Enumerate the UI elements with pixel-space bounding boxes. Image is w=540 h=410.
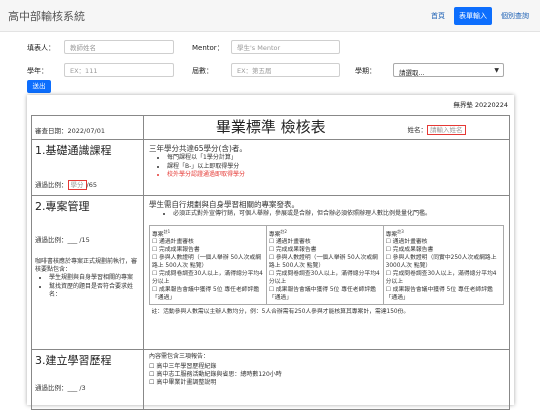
- section2-ratio: 通過比例：___ /15: [35, 236, 90, 244]
- section1-bullet: 每門課程以「1學分計算」: [167, 154, 504, 163]
- section2-title: 2.專案管理: [35, 200, 90, 213]
- section2-intro: 學生需自行規劃與自身學習相關的專案發表。: [149, 200, 299, 209]
- checkbox[interactable]: ☐: [269, 271, 274, 277]
- checkbox[interactable]: ☐: [386, 239, 391, 245]
- term-select-value: 請選取...: [399, 69, 425, 77]
- name-label: 姓名：: [407, 126, 428, 134]
- section2-desc: 咖啡書核應於專案正式規劃前執行，審核要點包含：: [35, 258, 138, 273]
- chevron-down-icon: ▼: [494, 67, 499, 74]
- section2-content: 學生需自行規劃與自身學習相關的專案發表。 必須正式對外宣傳行銷，可個人舉辦，參展…: [143, 195, 510, 350]
- checkbox[interactable]: ☐: [386, 247, 391, 253]
- nav-individual-query-link[interactable]: 個別查詢: [496, 7, 534, 25]
- checkbox[interactable]: ☐: [152, 287, 157, 293]
- section2-sub-bullet: 必須正式對外宣傳行銷，可個人舉辦，參展或是合辦，但合辦必須依照辦理人數比例覺量化…: [173, 210, 504, 219]
- project-column-3: 專案註3 ☐ 通過計畫審核 ☐ 完成成果報告書 ☐ 參與人數證明（同實中250人…: [382, 224, 505, 306]
- checkbox[interactable]: ☐: [269, 239, 274, 245]
- section3-ratio: 通過比例：___ /3: [35, 384, 86, 392]
- term-select[interactable]: 請選取... ▼: [393, 63, 504, 77]
- checkbox[interactable]: ☐: [386, 255, 391, 261]
- checkbox[interactable]: ☐: [152, 247, 157, 253]
- section2-header: 2.專案管理 通過比例：___ /15 咖啡書核應於專案正式規劃前執行，審核要點…: [31, 195, 144, 350]
- brand-title[interactable]: 高中部輸核系統: [8, 8, 85, 24]
- checkbox[interactable]: ☐: [269, 255, 274, 261]
- section1-bullet: 課程「B-」以上即取得學分: [167, 163, 504, 172]
- section2-bullet: 學生規劃與自身學習相關的專案: [49, 274, 140, 283]
- checklist-table: 審查日期：2022/07/01 畢業標準 檢核表 姓名： 請輸入姓名 1.基礎通識…: [31, 115, 510, 410]
- mentor-label: Mentor：: [192, 44, 224, 52]
- document-title: 畢業標準 檢核表: [215, 118, 326, 136]
- name-input[interactable]: 請輸入姓名: [427, 125, 466, 135]
- entry-form: 填表人： 教師姓名 Mentor： 學生's Mentor 學年： EX：111…: [0, 36, 540, 92]
- checklist-document: 無界墊 20220224 審查日期：2022/07/01 畢業標準 檢核表 姓名…: [27, 95, 514, 410]
- section1-header: 1.基礎通識課程 通過比例： 學分/65: [31, 139, 144, 196]
- project-table: 專案註1 ☐ 通過計畫審核 ☐ 完成成果報告書 ☐ 參與人數證明（一個人舉辦 5…: [149, 224, 505, 319]
- term-label: 學期：: [355, 67, 376, 75]
- year-input[interactable]: EX：111: [64, 63, 174, 77]
- submit-button[interactable]: 送出: [27, 80, 51, 93]
- checkbox[interactable]: ☐: [269, 247, 274, 253]
- section1-credits-input[interactable]: 學分: [67, 180, 87, 190]
- section1-title: 1.基礎通識課程: [35, 144, 112, 157]
- filler-input[interactable]: 教師姓名: [64, 40, 174, 54]
- year-label: 學年：: [27, 67, 48, 75]
- section1-content: 三年學分共達65學分(含)者。 每門課程以「1學分計算」 課程「B-」以上即取得…: [143, 139, 510, 196]
- section1-ratio: 通過比例： 學分/65: [35, 180, 97, 190]
- checkbox[interactable]: ☐: [386, 271, 391, 277]
- checkbox[interactable]: ☐: [152, 271, 157, 277]
- section3-header: 3.建立學習歷程 通過比例：___ /3: [31, 349, 144, 410]
- project-column-1: 專案註1 ☐ 通過計畫審核 ☐ 完成成果報告書 ☐ 參與人數證明（一個人舉辦 5…: [149, 224, 267, 306]
- section3-intro: 內容需包含三項報告：: [149, 353, 210, 360]
- checkbox[interactable]: ☐: [386, 287, 391, 293]
- document-id: 無界墊 20220224: [453, 101, 508, 109]
- filler-label: 填表人：: [27, 44, 55, 52]
- nav-form-input-link[interactable]: 表單輸入: [454, 7, 492, 25]
- checkbox[interactable]: ☐: [269, 287, 274, 293]
- project-column-2: 專案註2 ☐ 通過計畫審核 ☐ 完成成果報告書 ☐ 參與人數證明（一個人舉辦 5…: [265, 224, 384, 306]
- checkbox[interactable]: ☐: [149, 371, 154, 378]
- top-navbar: 高中部輸核系統 首頁 表單輸入 個別查詢: [0, 0, 540, 32]
- name-field-group: 姓名： 請輸入姓名: [397, 115, 510, 140]
- mentor-input[interactable]: 學生's Mentor: [231, 40, 340, 54]
- section2-bullet: 幫找資歷的題目是否符合要求姓名：: [49, 283, 140, 300]
- checkbox[interactable]: ☐: [152, 255, 157, 261]
- review-date: 審查日期：2022/07/01: [31, 115, 144, 140]
- section3-title: 3.建立學習歷程: [35, 354, 112, 367]
- checkbox[interactable]: ☐: [149, 363, 154, 370]
- section1-red-bullet: 校外學分認證通過即取得學分: [167, 171, 504, 180]
- section3-content: 內容需包含三項報告： ☐ 高中三年學習歷程紀錄 ☐ 高中志工服務活動紀錄與省思：…: [143, 349, 510, 410]
- checkbox[interactable]: ☐: [152, 239, 157, 245]
- project-note: 註：活動參與人數需以主辦人數均分，例：5人合辦需有250人參與才能核算其專案計，…: [151, 309, 410, 316]
- cohort-label: 屆數：: [192, 67, 213, 75]
- nav-home-link[interactable]: 首頁: [426, 7, 450, 25]
- section1-intro: 三年學分共達65學分(含)者。: [149, 144, 247, 153]
- checkbox[interactable]: ☐: [149, 379, 154, 386]
- nav-links: 首頁 表單輸入 個別查詢: [426, 7, 534, 25]
- cohort-input[interactable]: EX：第五屆: [231, 63, 340, 77]
